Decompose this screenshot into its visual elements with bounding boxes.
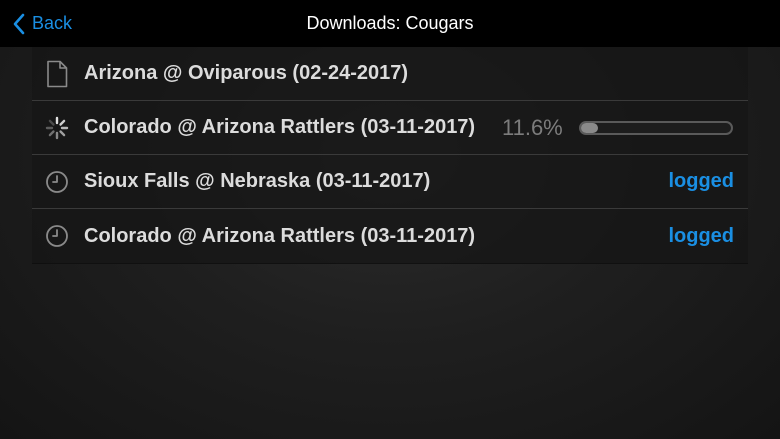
download-title: Sioux Falls @ Nebraska (03-11-2017): [84, 170, 431, 192]
download-progress-fill: [581, 122, 599, 133]
navigation-bar: Back Downloads: Cougars: [0, 0, 780, 47]
status-badge: logged: [668, 170, 734, 192]
download-title: Arizona @ Oviparous (02-24-2017): [84, 62, 409, 84]
clock-icon: [44, 221, 70, 251]
download-row[interactable]: Colorado @ Arizona Rattlers (03-11-2017)…: [32, 209, 748, 263]
download-percent: 11.6%: [502, 114, 563, 140]
clock-icon: [44, 167, 70, 197]
download-row[interactable]: Colorado @ Arizona Rattlers (03-11-2017)…: [32, 101, 748, 155]
download-progress-bar: [579, 120, 733, 135]
download-title: Colorado @ Arizona Rattlers (03-11-2017): [84, 116, 476, 138]
document-icon: [44, 59, 70, 89]
download-row[interactable]: Arizona @ Oviparous (02-24-2017): [32, 47, 748, 101]
spinner-icon: [44, 113, 70, 143]
page-title: Downloads: Cougars: [306, 13, 474, 33]
download-row[interactable]: Sioux Falls @ Nebraska (03-11-2017) logg…: [32, 155, 748, 209]
download-title: Colorado @ Arizona Rattlers (03-11-2017): [84, 224, 476, 247]
status-badge: logged: [668, 224, 734, 247]
downloads-list: Arizona @ Oviparous (02-24-2017) Colorad…: [32, 47, 748, 264]
